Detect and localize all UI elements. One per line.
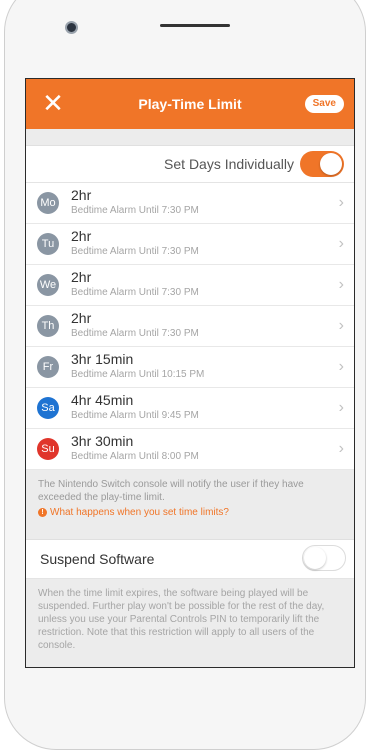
play-time-value: 4hr 45min	[71, 392, 134, 408]
day-row[interactable]: Su 3hr 30min Bedtime Alarm Until 8:00 PM ›	[26, 429, 354, 470]
speaker-grille	[160, 24, 230, 27]
play-time-value: 2hr	[71, 187, 92, 203]
app-screen: ✕ Play-Time Limit Save Set Days Individu…	[25, 78, 355, 668]
day-row[interactable]: Mo 2hr Bedtime Alarm Until 7:30 PM ›	[26, 183, 354, 224]
suspend-software-row: Suspend Software	[26, 539, 354, 579]
set-days-label: Set Days Individually	[164, 156, 294, 172]
bedtime-alarm-text: Bedtime Alarm Until 8:00 PM	[71, 451, 199, 462]
day-badge: Su	[37, 438, 59, 460]
set-days-toggle[interactable]	[300, 151, 344, 177]
chevron-right-icon: ›	[338, 440, 344, 457]
spacer	[26, 529, 354, 539]
info-section: The Nintendo Switch console will notify …	[26, 470, 354, 529]
play-time-value: 2hr	[71, 228, 92, 244]
save-button[interactable]: Save	[304, 95, 344, 113]
bedtime-alarm-text: Bedtime Alarm Until 7:30 PM	[71, 287, 199, 298]
bedtime-alarm-text: Bedtime Alarm Until 9:45 PM	[71, 410, 199, 421]
toggle-knob	[320, 153, 342, 175]
day-badge: Fr	[37, 356, 59, 378]
bedtime-alarm-text: Bedtime Alarm Until 7:30 PM	[71, 205, 199, 216]
play-time-value: 2hr	[71, 269, 92, 285]
day-row[interactable]: We 2hr Bedtime Alarm Until 7:30 PM ›	[26, 265, 354, 306]
set-days-row: Set Days Individually	[26, 146, 354, 183]
day-list: Mo 2hr Bedtime Alarm Until 7:30 PM › Tu 2hr Be…	[26, 183, 354, 470]
day-badge: Tu	[37, 233, 59, 255]
spacer	[26, 129, 354, 146]
chevron-right-icon: ›	[338, 276, 344, 293]
suspend-description: When the time limit expires, the softwar…	[26, 579, 354, 660]
chevron-right-icon: ›	[338, 235, 344, 252]
day-badge: Sa	[37, 397, 59, 419]
help-link-label: What happens when you set time limits?	[50, 507, 229, 518]
chevron-right-icon: ›	[338, 317, 344, 334]
day-row[interactable]: Sa 4hr 45min Bedtime Alarm Until 9:45 PM ›	[26, 388, 354, 429]
phone-frame: ✕ Play-Time Limit Save Set Days Individu…	[4, 0, 366, 750]
bedtime-alarm-text: Bedtime Alarm Until 7:30 PM	[71, 246, 199, 257]
info-icon: !	[38, 507, 47, 517]
bedtime-alarm-text: Bedtime Alarm Until 10:15 PM	[71, 369, 205, 380]
bedtime-alarm-text: Bedtime Alarm Until 7:30 PM	[71, 328, 199, 339]
chevron-right-icon: ›	[338, 358, 344, 375]
day-badge: Mo	[37, 192, 59, 214]
day-badge: We	[37, 274, 59, 296]
suspend-software-toggle[interactable]	[302, 545, 346, 571]
suspend-software-label: Suspend Software	[40, 551, 155, 567]
toggle-knob	[304, 547, 326, 569]
nav-bar: ✕ Play-Time Limit Save	[26, 79, 354, 129]
time-limits-help-link[interactable]: ! What happens when you set time limits?	[38, 506, 342, 519]
chevron-right-icon: ›	[338, 399, 344, 416]
day-row[interactable]: Fr 3hr 15min Bedtime Alarm Until 10:15 PM ›	[26, 347, 354, 388]
play-time-value: 3hr 15min	[71, 351, 134, 367]
play-time-value: 3hr 30min	[71, 433, 134, 449]
day-row[interactable]: Tu 2hr Bedtime Alarm Until 7:30 PM ›	[26, 224, 354, 265]
camera	[65, 21, 78, 34]
play-time-value: 2hr	[71, 310, 92, 326]
day-badge: Th	[37, 315, 59, 337]
chevron-right-icon: ›	[338, 194, 344, 211]
day-row[interactable]: Th 2hr Bedtime Alarm Until 7:30 PM ›	[26, 306, 354, 347]
info-text: The Nintendo Switch console will notify …	[38, 479, 304, 503]
